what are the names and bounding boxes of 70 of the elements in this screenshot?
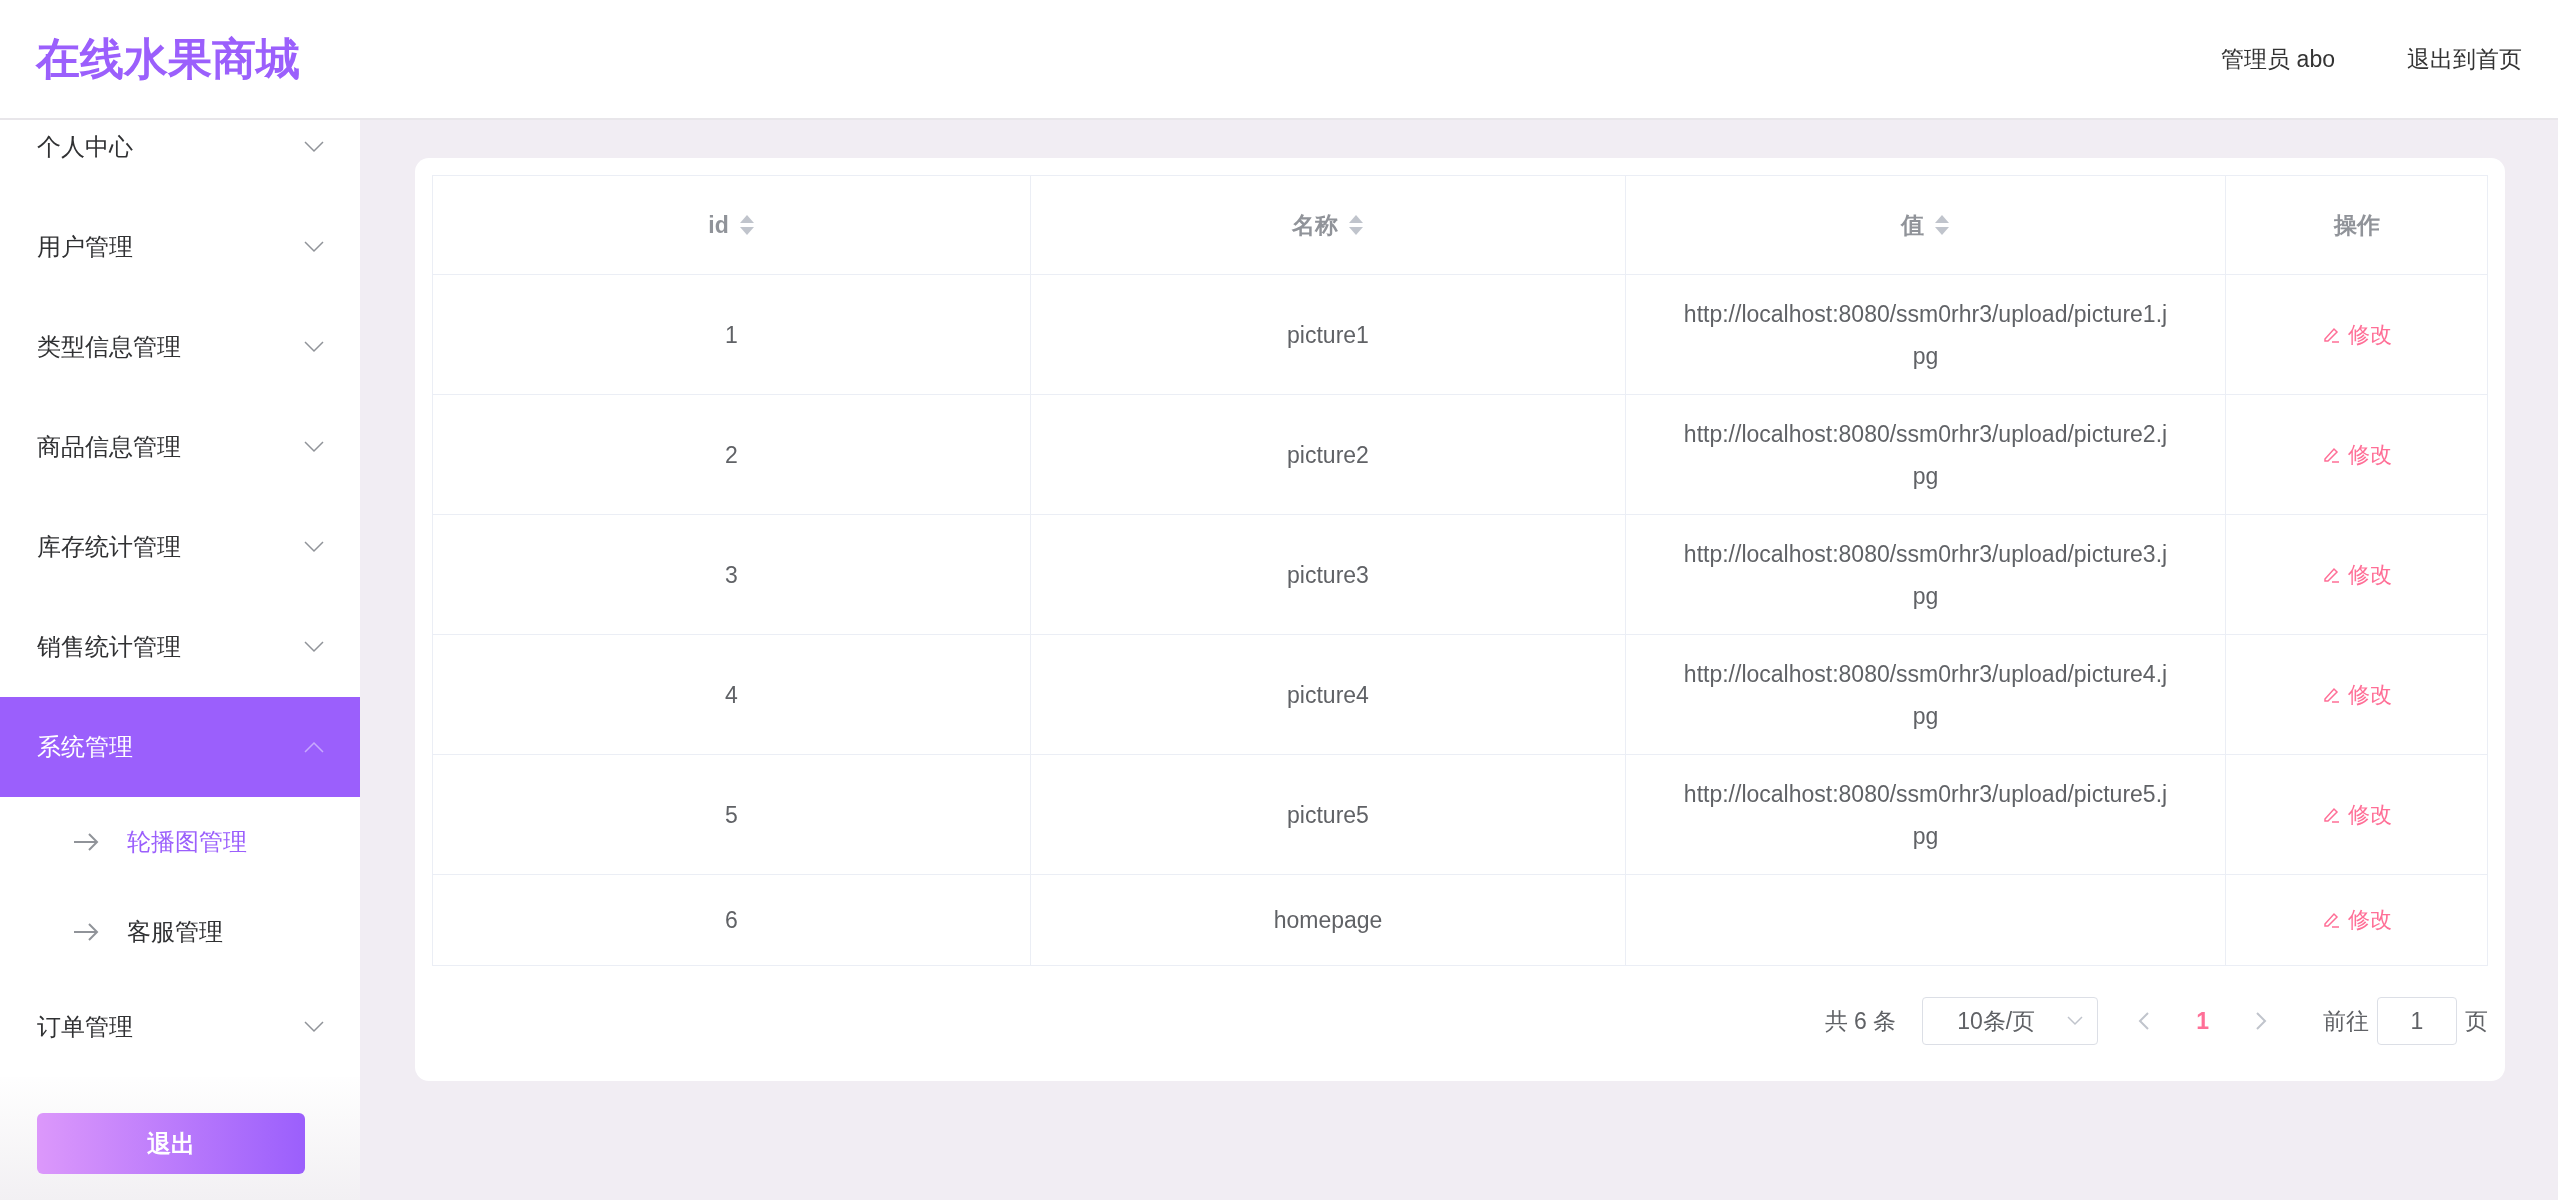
pencil-icon — [2321, 685, 2340, 704]
pencil-icon — [2321, 565, 2340, 584]
arrow-right-icon — [73, 833, 99, 851]
table-cell: picture5 — [1031, 755, 1626, 875]
chevron-down-icon — [304, 1021, 324, 1033]
total-count: 共 6 条 — [1824, 1006, 1897, 1036]
sort-icon[interactable] — [1348, 213, 1364, 237]
table-cell: 6 — [433, 875, 1031, 965]
page-number[interactable]: 1 — [2190, 1006, 2215, 1036]
menu-label: 销售统计管理 — [37, 632, 181, 662]
goto-label: 前往 — [2323, 1006, 2369, 1036]
chevron-up-icon — [304, 741, 324, 753]
sort-icon[interactable] — [738, 213, 755, 237]
column-header[interactable]: 名称 — [1031, 176, 1626, 275]
page-suffix: 页 — [2465, 1006, 2488, 1036]
pencil-icon — [2321, 805, 2340, 824]
user-label: 管理员 abo — [2221, 44, 2335, 74]
pencil-icon — [2321, 325, 2340, 344]
goto-page-input[interactable]: 1 — [2377, 997, 2457, 1045]
chevron-down-icon — [304, 541, 324, 553]
table-cell: 5 — [433, 755, 1031, 875]
prev-page-icon[interactable] — [2138, 1011, 2151, 1031]
edit-button[interactable]: 修改 — [2321, 679, 2392, 710]
pencil-icon — [2321, 911, 2340, 929]
table-cell: homepage — [1031, 875, 1626, 965]
edit-button[interactable]: 修改 — [2321, 439, 2392, 470]
menu-label: 用户管理 — [37, 232, 133, 262]
page-size-select[interactable]: 10条/页 — [1922, 997, 2099, 1045]
menu-label: 商品信息管理 — [37, 432, 181, 462]
menu-label: 库存统计管理 — [37, 532, 181, 562]
table-cell: http://localhost:8080/ssm0rhr3/upload/picture2.jpg — [1626, 395, 2226, 515]
table-cell: 1 — [433, 275, 1031, 395]
table-cell: http://localhost:8080/ssm0rhr3/upload/picture3.jpg — [1626, 515, 2226, 635]
logout-button[interactable]: 退出 — [37, 1113, 305, 1174]
chevron-down-icon — [304, 441, 324, 453]
chevron-down-icon — [304, 341, 324, 353]
menu-label: 个人中心 — [37, 132, 133, 162]
table-cell: http://localhost:8080/ssm0rhr3/upload/picture4.jpg — [1626, 635, 2226, 755]
table-cell: picture1 — [1031, 275, 1626, 395]
edit-button[interactable]: 修改 — [2321, 559, 2392, 590]
table-cell: picture2 — [1031, 395, 1626, 515]
table-cell: http://localhost:8080/ssm0rhr3/upload/picture5.jpg — [1626, 755, 2226, 875]
chevron-down-icon — [304, 141, 324, 153]
next-page-icon[interactable] — [2255, 1011, 2267, 1031]
chevron-down-icon — [304, 641, 324, 653]
menu-label: 订单管理 — [37, 1012, 133, 1042]
column-header[interactable]: id — [433, 176, 1031, 275]
column-header[interactable]: 值 — [1626, 176, 2226, 275]
edit-button[interactable]: 修改 — [2321, 319, 2392, 350]
sort-icon[interactable] — [1934, 213, 1950, 237]
submenu-item[interactable]: 轮播图管理 — [0, 797, 360, 887]
home-link[interactable]: 退出到首页 — [2407, 43, 2522, 75]
table-cell: 4 — [433, 635, 1031, 755]
submenu-item[interactable]: 客服管理 — [0, 887, 360, 977]
chevron-down-icon — [304, 241, 324, 253]
menu-label: 系统管理 — [37, 732, 133, 762]
menu-label: 类型信息管理 — [37, 332, 181, 362]
chevron-down-icon — [2067, 1016, 2084, 1026]
column-header: 操作 — [2226, 176, 2487, 275]
edit-button[interactable]: 修改 — [2321, 799, 2392, 830]
arrow-right-icon — [73, 923, 99, 941]
menu-item[interactable]: 系统管理 — [0, 697, 360, 797]
table-cell: http://localhost:8080/ssm0rhr3/upload/picture1.jpg — [1626, 275, 2226, 395]
table-cell: 3 — [433, 515, 1031, 635]
pencil-icon — [2321, 445, 2340, 464]
table-cell: picture3 — [1031, 515, 1626, 635]
edit-button[interactable]: 修改 — [2321, 905, 2392, 935]
app-title: 在线水果商城 — [36, 32, 301, 85]
table-cell: 2 — [433, 395, 1031, 515]
table-cell: picture4 — [1031, 635, 1626, 755]
